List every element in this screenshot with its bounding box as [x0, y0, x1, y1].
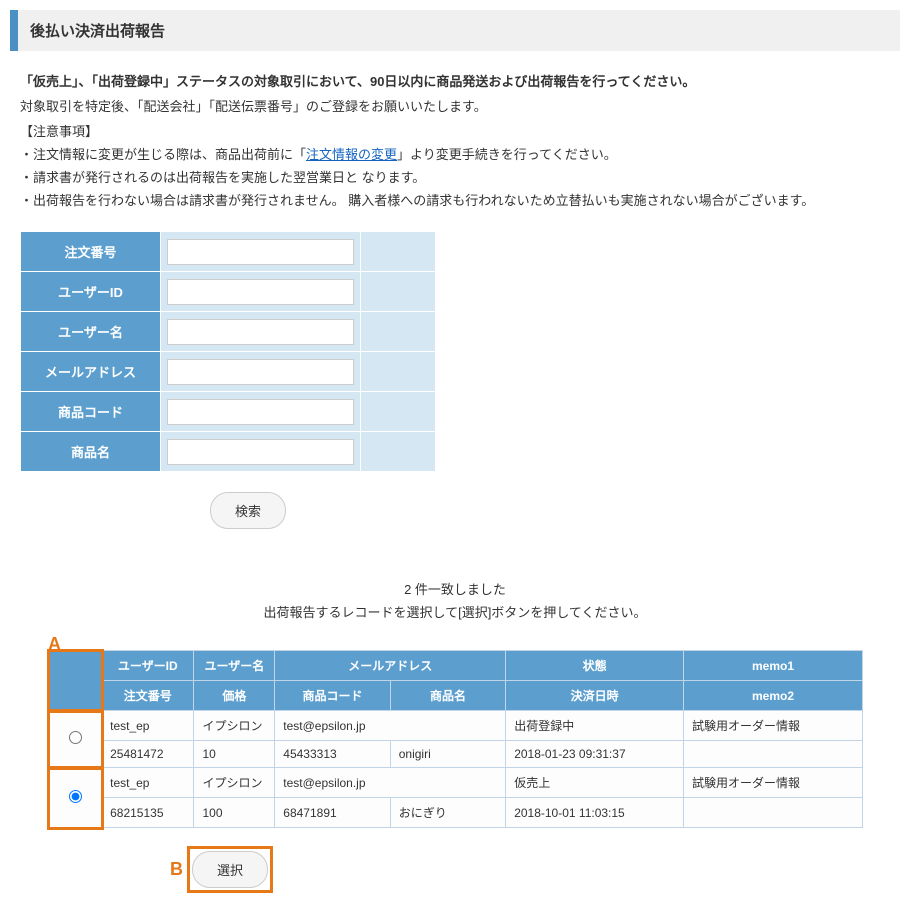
table-row: test_ep イプシロン test@epsilon.jp 仮売上 試験用オーダ… [49, 768, 863, 798]
content-area: 「仮売上」、「出荷登録中」ステータスの対象取引において、90日以内に商品発送およ… [0, 71, 910, 893]
radio-cell [49, 711, 102, 768]
input-product-name[interactable] [167, 439, 354, 465]
tail-cell [361, 272, 436, 312]
cell-memo2 [683, 741, 862, 768]
cell-product-name: おにぎり [390, 798, 505, 828]
results-count: 2 件一致しました [20, 579, 890, 598]
label-email: メールアドレス [21, 352, 161, 392]
cell-user-name: イプシロン [194, 711, 275, 741]
search-button-row: 検索 [20, 492, 890, 529]
tail-cell [361, 312, 436, 352]
cell-email: test@epsilon.jp [275, 711, 506, 741]
input-email[interactable] [167, 359, 354, 385]
cell-settle-date: 2018-10-01 11:03:15 [506, 798, 684, 828]
notice-3: ・出荷報告を行わない場合は請求書が発行されません。 購入者様への請求も行われない… [20, 190, 890, 209]
notice-1-pre: ・注文情報に変更が生じる際は、商品出荷前に「 [20, 147, 306, 162]
cell-user-id: test_ep [102, 711, 194, 741]
notice-label: 【注意事項】 [20, 121, 890, 140]
cell-status: 出荷登録中 [506, 711, 684, 741]
header-settle-date: 決済日時 [506, 681, 684, 711]
cell-email: test@epsilon.jp [275, 768, 506, 798]
label-product-code: 商品コード [21, 392, 161, 432]
notice-2: ・請求書が発行されるのは出荷報告を実施した翌営業日と なります。 [20, 167, 890, 186]
notice-1-post: 」より変更手続きを行ってください。 [397, 147, 617, 162]
input-product-code[interactable] [167, 399, 354, 425]
header-memo1: memo1 [683, 651, 862, 681]
tail-cell [361, 232, 436, 272]
table-row: 25481472 10 45433313 onigiri 2018-01-23 … [49, 741, 863, 768]
notice-1-link[interactable]: 注文情報の変更 [306, 147, 397, 162]
intro-line1: 対象取引を特定後、「配送会社」「配送伝票番号」のご登録をお願いいたします。 [20, 96, 890, 115]
cell-memo2 [683, 798, 862, 828]
cell-status: 仮売上 [506, 768, 684, 798]
tail-cell [361, 392, 436, 432]
intro-bold: 「仮売上」、「出荷登録中」ステータスの対象取引において、90日以内に商品発送およ… [20, 71, 890, 90]
tail-cell [361, 352, 436, 392]
header-user-id: ユーザーID [102, 651, 194, 681]
cell-order-no: 68215135 [102, 798, 194, 828]
callout-b: B [170, 859, 183, 880]
label-user-id: ユーザーID [21, 272, 161, 312]
search-form-table: 注文番号 ユーザーID ユーザー名 メールアドレス 商品コード 商品名 [20, 231, 436, 472]
results-section: 2 件一致しました 出荷報告するレコードを選択して[選択]ボタンを押してください… [20, 579, 890, 893]
header-radio [49, 651, 102, 711]
label-order-no: 注文番号 [21, 232, 161, 272]
row-radio-1[interactable] [69, 790, 82, 803]
cell-memo1: 試験用オーダー情報 [683, 711, 862, 741]
cell-memo1: 試験用オーダー情報 [683, 768, 862, 798]
title-accent [10, 10, 18, 51]
radio-cell [49, 768, 102, 828]
cell-user-name: イプシロン [194, 768, 275, 798]
cell-product-name: onigiri [390, 741, 505, 768]
cell-product-code: 68471891 [275, 798, 390, 828]
page-title: 後払い決済出荷報告 [18, 10, 177, 51]
header-email: メールアドレス [275, 651, 506, 681]
input-user-id[interactable] [167, 279, 354, 305]
cell-user-id: test_ep [102, 768, 194, 798]
select-button-highlight: 選択 [187, 846, 273, 893]
cell-settle-date: 2018-01-23 09:31:37 [506, 741, 684, 768]
results-hint: 出荷報告するレコードを選択して[選択]ボタンを押してください。 [20, 602, 890, 621]
select-button-row: B 選択 [20, 846, 890, 893]
input-order-no[interactable] [167, 239, 354, 265]
select-button[interactable]: 選択 [192, 851, 268, 888]
header-order-no: 注文番号 [102, 681, 194, 711]
results-table: ユーザーID ユーザー名 メールアドレス 状態 memo1 注文番号 価格 商品… [48, 650, 863, 828]
cell-order-no: 25481472 [102, 741, 194, 768]
header-memo2: memo2 [683, 681, 862, 711]
table-row: test_ep イプシロン test@epsilon.jp 出荷登録中 試験用オ… [49, 711, 863, 741]
table-row: 68215135 100 68471891 おにぎり 2018-10-01 11… [49, 798, 863, 828]
header-price: 価格 [194, 681, 275, 711]
header-status: 状態 [506, 651, 684, 681]
header-user-name: ユーザー名 [194, 651, 275, 681]
header-product-name: 商品名 [390, 681, 505, 711]
input-user-name[interactable] [167, 319, 354, 345]
callout-a: A [48, 634, 61, 654]
label-user-name: ユーザー名 [21, 312, 161, 352]
notice-1: ・注文情報に変更が生じる際は、商品出荷前に「注文情報の変更」より変更手続きを行っ… [20, 144, 890, 163]
search-button[interactable]: 検索 [210, 492, 286, 529]
page-title-bar: 後払い決済出荷報告 [10, 10, 900, 51]
header-product-code: 商品コード [275, 681, 390, 711]
cell-price: 100 [194, 798, 275, 828]
label-product-name: 商品名 [21, 432, 161, 472]
tail-cell [361, 432, 436, 472]
cell-product-code: 45433313 [275, 741, 390, 768]
cell-price: 10 [194, 741, 275, 768]
row-radio-0[interactable] [69, 731, 82, 744]
